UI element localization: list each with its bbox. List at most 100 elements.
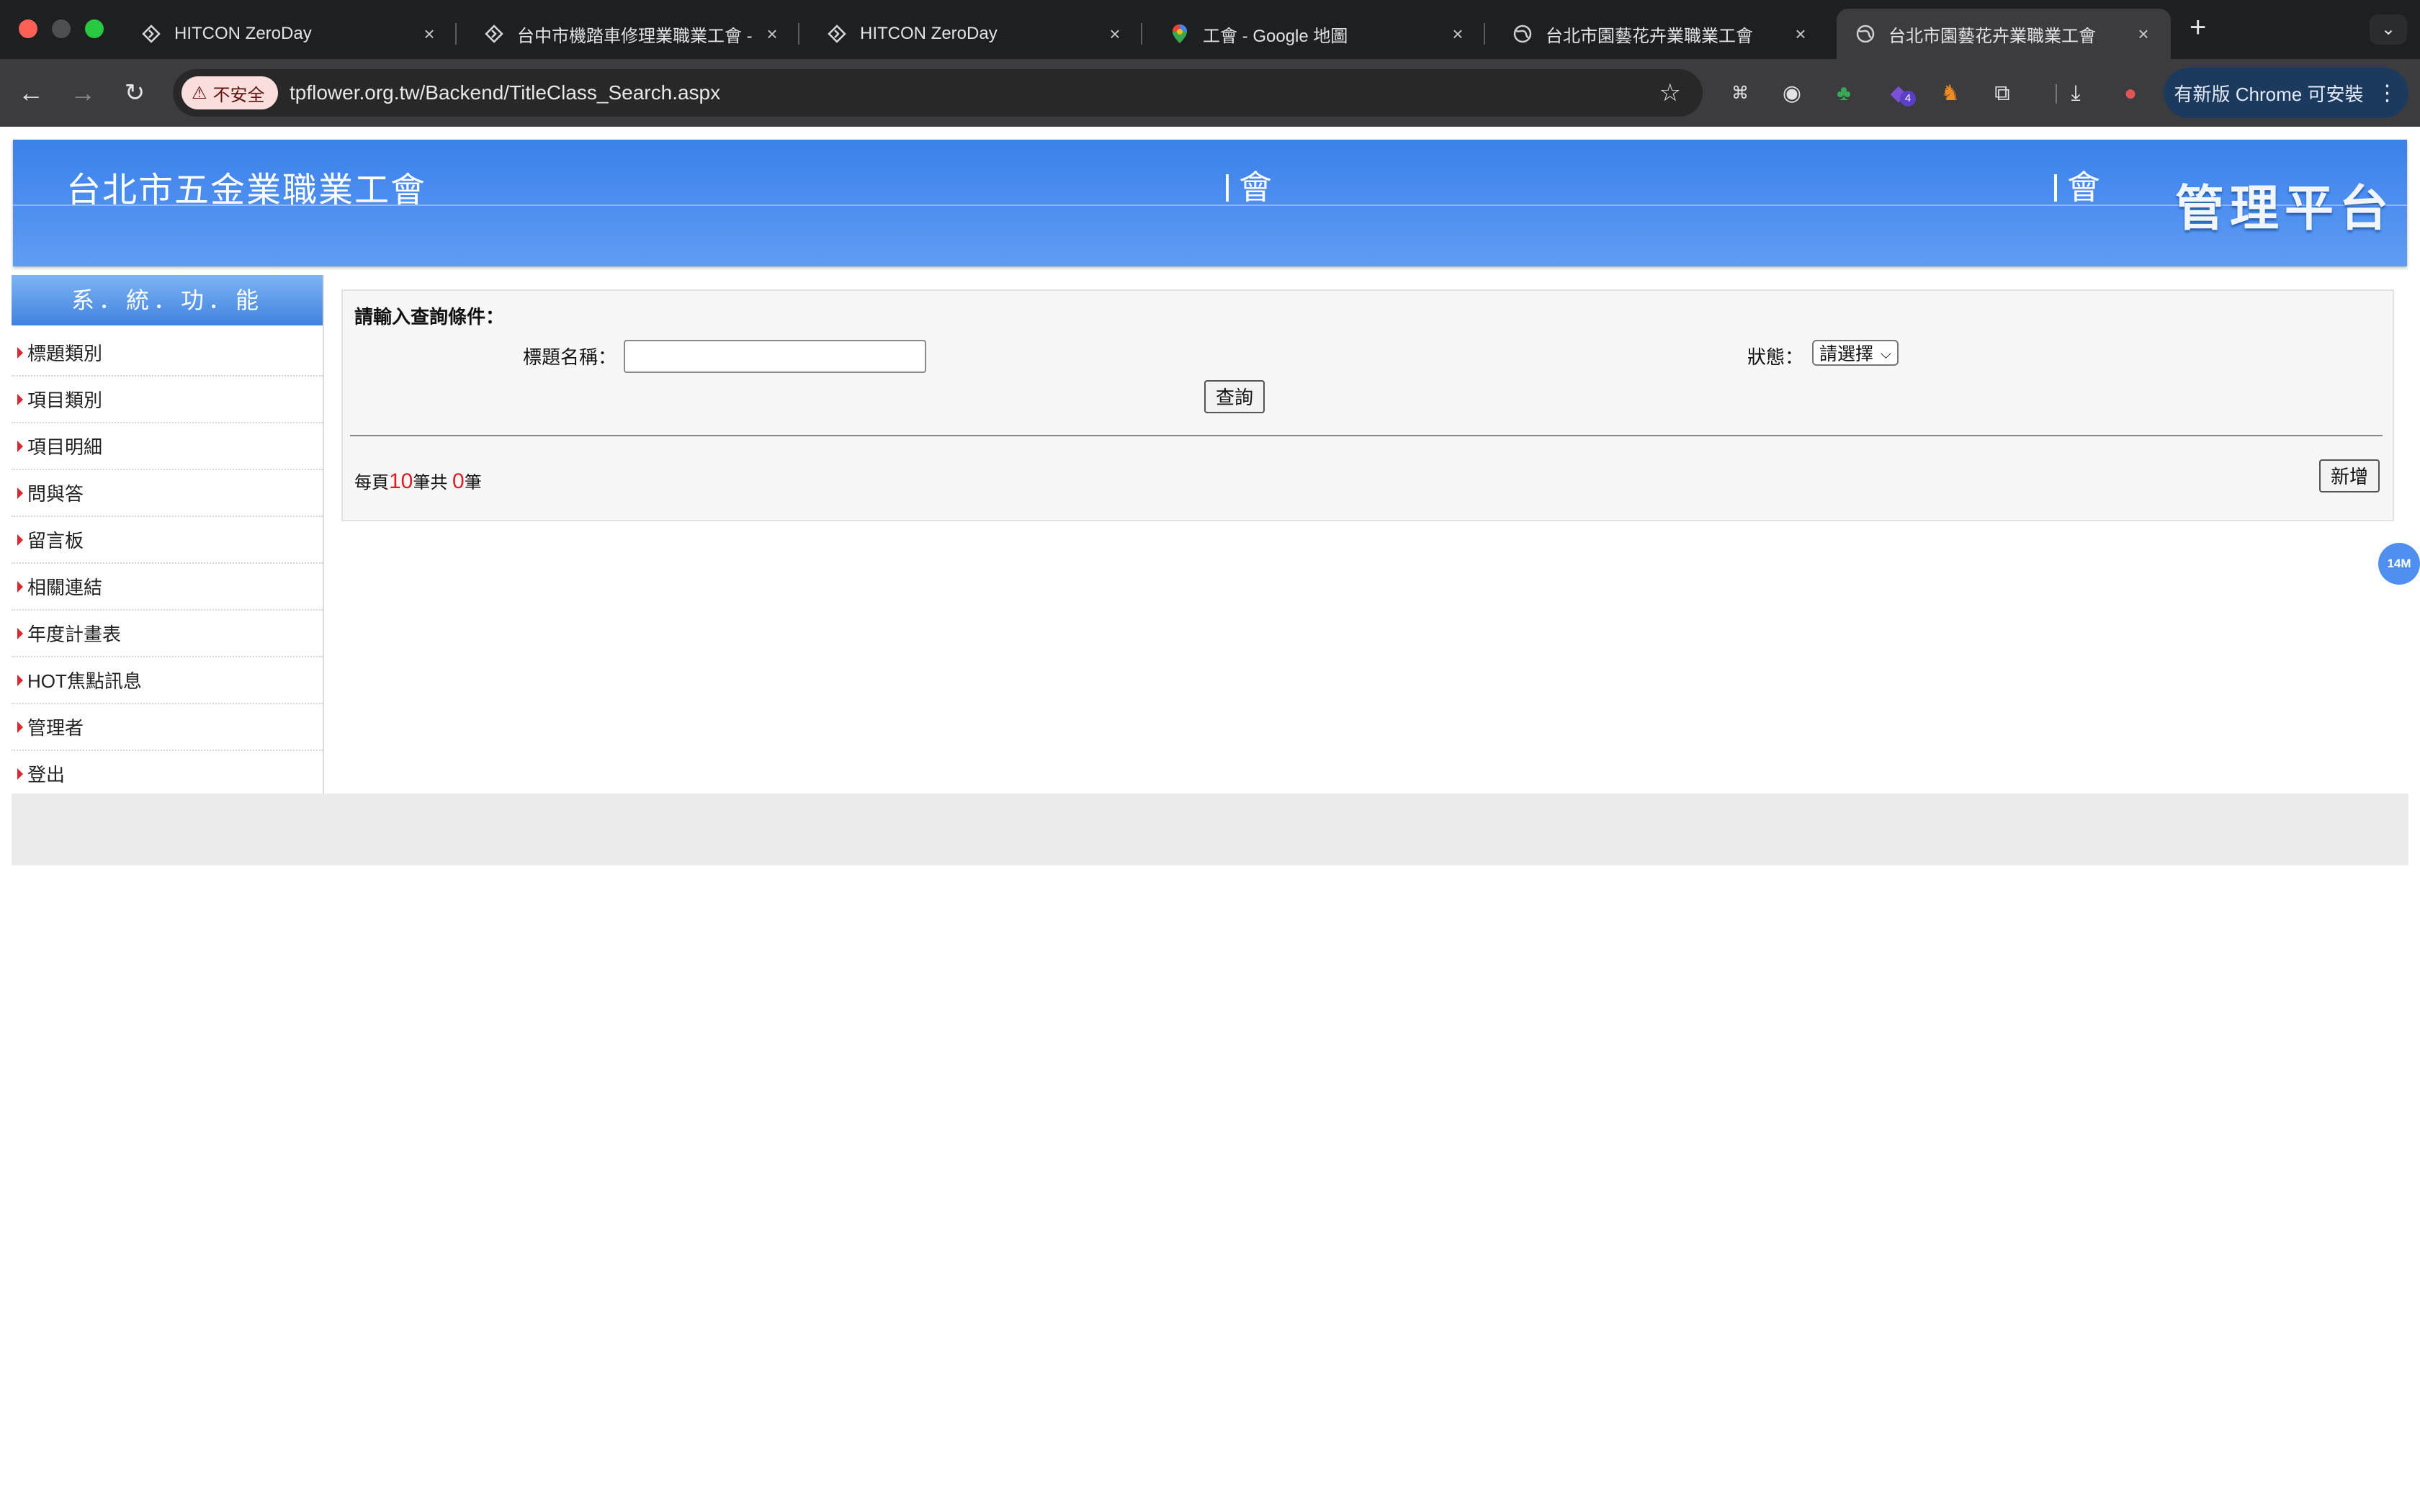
forward-arrow-icon[interactable]: →: [65, 75, 101, 111]
sidebar-item-item-class[interactable]: 項目類別: [12, 377, 323, 423]
red-arrow-icon: [17, 487, 23, 499]
new-tab-icon[interactable]: +: [2190, 12, 2206, 44]
floating-memory-badge[interactable]: 14M: [2378, 543, 2420, 585]
red-arrow-icon: [17, 393, 23, 405]
red-arrow-icon: [17, 627, 23, 639]
tab-5[interactable]: 台北市園藝花卉業職業工會 ×: [1494, 9, 1828, 59]
title-name-label: 標題名稱：: [523, 346, 617, 368]
tab-title: HITCON ZeroDay: [174, 24, 312, 43]
sidebar-item-annual-plan[interactable]: 年度計畫表: [12, 611, 323, 657]
chevron-down-icon: ⌵: [1880, 346, 1891, 362]
tab-4[interactable]: 工會 - Google 地圖 ×: [1151, 9, 1485, 59]
tab-strip: HITCON ZeroDay × 台中市機踏車修理業職業工會 - × HITCO…: [0, 0, 2420, 59]
close-tab-icon[interactable]: ×: [1786, 23, 1815, 45]
red-arrow-icon: [17, 580, 23, 593]
hitcon-icon: [827, 24, 847, 44]
close-tab-icon[interactable]: ×: [2129, 23, 2158, 45]
tab-separator: [455, 23, 457, 45]
tab-title: 工會 - Google 地圖: [1203, 26, 1348, 46]
sidebar-menu: 標題類別 項目類別 項目明細 問與答 留言板 相關連結 年度計畫表 HOT焦點訊…: [12, 330, 323, 796]
close-tab-icon[interactable]: ×: [758, 23, 786, 45]
banner-glyph-stub: [1226, 174, 1236, 202]
sidebar-item-guestbook[interactable]: 留言板: [12, 517, 323, 564]
total-count: 0: [452, 469, 465, 493]
sidebar-heading: 系．統．功．能: [12, 275, 323, 325]
sidebar-item-label: 管理者: [27, 717, 84, 739]
tab-separator: [1484, 23, 1485, 45]
bookmark-star-icon[interactable]: ☆: [1659, 69, 1681, 117]
tab-2[interactable]: 台中市機踏車修理業職業工會 - ×: [465, 9, 799, 59]
minimize-window-button[interactable]: [52, 19, 71, 38]
status-select[interactable]: 請選擇 ⌵: [1812, 340, 1899, 366]
sidebar-item-qa[interactable]: 問與答: [12, 470, 323, 517]
security-label: 不安全: [212, 85, 265, 105]
maximize-window-button[interactable]: [85, 19, 104, 38]
extensions-puzzle-icon[interactable]: ⧉: [1988, 79, 2017, 108]
tab-title: 台北市園藝花卉業職業工會: [1546, 26, 1753, 46]
page-footer: [12, 793, 2408, 865]
red-arrow-icon: [17, 440, 23, 452]
tab-title: 台北市園藝花卉業職業工會: [1888, 26, 2096, 46]
close-tab-icon[interactable]: ×: [1101, 23, 1129, 45]
admin-platform-title: 管理平台: [2175, 181, 2395, 236]
hitcon-icon: [141, 24, 161, 44]
profile-avatar-icon[interactable]: ●: [2116, 79, 2145, 108]
fox-extension-icon[interactable]: ♞: [1936, 79, 1965, 108]
globe-icon: [1512, 24, 1533, 44]
red-arrow-icon: [17, 721, 23, 733]
download-icon[interactable]: ⤓: [2061, 79, 2090, 108]
site-banner: 台北市五金業職業工會 會 會 管理平台: [13, 140, 2407, 266]
title-name-input[interactable]: [624, 340, 926, 373]
hitcon-icon: [484, 24, 504, 44]
tab-title: HITCON ZeroDay: [860, 24, 998, 43]
search-panel: 請輸入查詢條件： 標題名稱： 狀態： 請選擇 ⌵ 查詢 每頁10筆共 0筆 新增: [341, 289, 2394, 521]
total-suffix: 筆: [464, 473, 482, 492]
warning-triangle-icon: ⚠: [192, 83, 207, 103]
tab-6-active[interactable]: 台北市園藝花卉業職業工會 ×: [1837, 9, 2171, 59]
puzzle-badge-extension-icon[interactable]: ◆ 4: [1884, 79, 1916, 108]
tab-1[interactable]: HITCON ZeroDay ×: [122, 9, 457, 59]
more-menu-icon[interactable]: ⋮: [2376, 81, 2398, 106]
sidebar-item-label: 標題類別: [27, 343, 103, 364]
total-prefix: 筆共: [413, 473, 448, 492]
sidebar-item-links[interactable]: 相關連結: [12, 564, 323, 611]
address-bar[interactable]: ⚠ 不安全 tpflower.org.tw/Backend/TitleClass…: [173, 69, 1703, 117]
sidebar-item-label: 項目明細: [27, 436, 103, 458]
sidebar-item-item-detail[interactable]: 項目明細: [12, 423, 323, 470]
sidebar-item-hot-news[interactable]: HOT焦點訊息: [12, 657, 323, 704]
tab-title: 台中市機踏車修理業職業工會 -: [517, 26, 753, 46]
tab-separator: [798, 23, 799, 45]
status-label: 狀態：: [1747, 346, 1804, 368]
close-tab-icon[interactable]: ×: [1443, 23, 1472, 45]
maps-pin-icon: [1170, 24, 1190, 44]
translate-extension-icon[interactable]: ⌘: [1726, 79, 1754, 108]
red-arrow-icon: [17, 768, 23, 780]
sidebar-item-title-class[interactable]: 標題類別: [12, 330, 323, 377]
globe-icon: [1855, 24, 1876, 44]
red-arrow-icon: [17, 534, 23, 546]
close-window-button[interactable]: [19, 19, 37, 38]
chrome-update-button[interactable]: 有新版 Chrome 可安裝 ⋮: [2164, 68, 2408, 118]
sidebar-item-label: 項目類別: [27, 390, 103, 411]
sidebar-item-admin[interactable]: 管理者: [12, 704, 323, 751]
back-arrow-icon[interactable]: ←: [13, 75, 49, 111]
close-tab-icon[interactable]: ×: [415, 23, 444, 45]
url-text[interactable]: tpflower.org.tw/Backend/TitleClass_Searc…: [290, 69, 720, 117]
tab-separator: [1141, 23, 1142, 45]
sidebar: 系．統．功．能 標題類別 項目類別 項目明細 問與答 留言板 相關連結 年度計畫…: [12, 275, 324, 793]
site-title: 台北市五金業職業工會: [66, 171, 427, 210]
update-label: 有新版 Chrome 可安裝: [2174, 83, 2364, 105]
tree-extension-icon[interactable]: ♣: [1829, 79, 1858, 108]
sidebar-item-logout[interactable]: 登出: [12, 751, 323, 796]
reload-icon[interactable]: ↻: [117, 75, 153, 111]
red-arrow-icon: [17, 674, 23, 686]
security-chip[interactable]: ⚠ 不安全: [182, 76, 278, 109]
tab-3[interactable]: HITCON ZeroDay ×: [808, 9, 1142, 59]
github-extension-icon[interactable]: ◉: [1778, 79, 1806, 108]
tab-search-chevron-icon[interactable]: ⌄: [2370, 14, 2407, 45]
sidebar-item-label: 年度計畫表: [27, 624, 122, 645]
pagination-summary: 每頁10筆共 0筆: [354, 468, 482, 494]
query-button[interactable]: 查詢: [1204, 380, 1265, 413]
per-page-count: 10: [389, 469, 413, 493]
add-button[interactable]: 新增: [2319, 459, 2380, 492]
